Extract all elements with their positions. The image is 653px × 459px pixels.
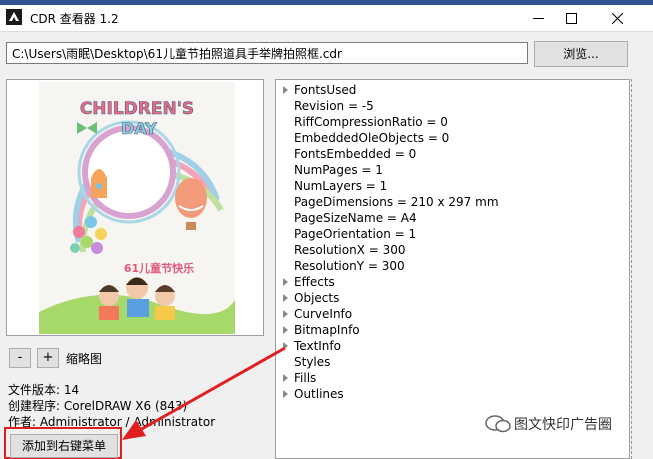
wechat-icon xyxy=(485,415,511,433)
annotation-arrow xyxy=(122,346,286,440)
watermark-text: 图文快印广告圈 xyxy=(514,417,612,433)
